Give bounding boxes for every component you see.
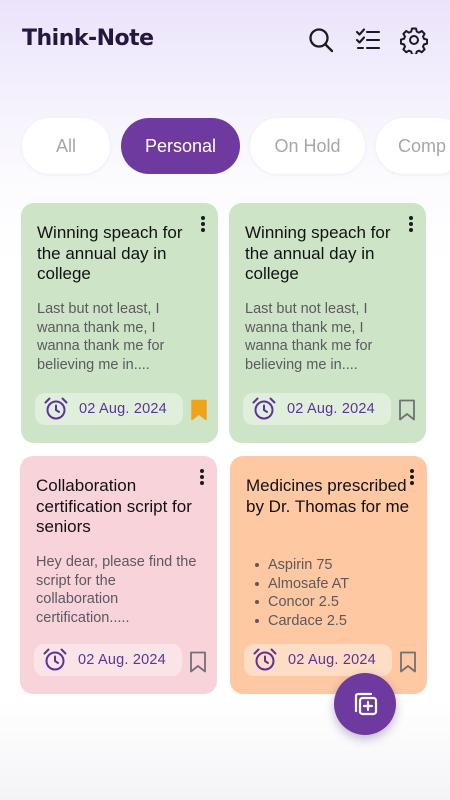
bookmark-outline-icon[interactable] xyxy=(398,399,416,421)
reminder-date-text: 02 Aug. 2024 xyxy=(288,652,376,668)
search-icon xyxy=(309,28,334,53)
note-card[interactable]: Collaboration certification script for s… xyxy=(20,456,217,694)
more-options-icon[interactable] xyxy=(198,214,208,234)
add-note-icon xyxy=(354,692,378,716)
note-title: Winning speach for the annual day in col… xyxy=(37,223,183,283)
note-title: Winning speach for the annual day in col… xyxy=(245,223,391,283)
filter-chip-personal[interactable]: Personal xyxy=(121,118,240,174)
note-title: Medicines prescribed by Dr. Thomas for m… xyxy=(246,476,410,516)
gear-icon xyxy=(400,27,428,54)
add-note-button[interactable] xyxy=(334,673,396,735)
alarm-clock-icon xyxy=(43,648,67,671)
reminder-date[interactable]: 02 Aug. 2024 xyxy=(243,393,391,425)
bookmark-outline-icon[interactable] xyxy=(399,651,417,673)
filter-chip-all[interactable]: All xyxy=(22,118,110,174)
note-title: Collaboration certification script for s… xyxy=(36,476,192,536)
reminder-date-text: 02 Aug. 2024 xyxy=(79,401,167,417)
filter-chips: All Personal On Hold Comp xyxy=(0,118,450,174)
app-header: Think-Note xyxy=(0,0,450,90)
filter-chip-on-hold[interactable]: On Hold xyxy=(250,118,365,174)
alarm-clock-icon xyxy=(44,397,68,420)
checklist-icon xyxy=(355,28,381,50)
note-card[interactable]: Medicines prescribed by Dr. Thomas for m… xyxy=(230,456,427,694)
reminder-date-text: 02 Aug. 2024 xyxy=(78,652,166,668)
note-preview: Last but not least, I wanna thank me, I … xyxy=(245,301,373,373)
note-card[interactable]: Winning speach for the annual day in col… xyxy=(21,203,218,443)
list-item: Cardace 2.5 xyxy=(246,612,411,631)
app-title: Think-Note xyxy=(22,26,154,51)
more-options-icon[interactable] xyxy=(407,467,417,487)
bookmark-icon[interactable] xyxy=(190,399,208,421)
note-preview: Hey dear, please find the script for the… xyxy=(36,554,197,626)
more-options-icon[interactable] xyxy=(197,467,207,487)
reminder-date[interactable]: 02 Aug. 2024 xyxy=(244,644,392,676)
note-preview: Last but not least, I wanna thank me, I … xyxy=(37,301,165,373)
bookmark-outline-icon[interactable] xyxy=(189,651,207,673)
more-options-icon[interactable] xyxy=(406,214,416,234)
checklist-button[interactable] xyxy=(353,25,383,55)
reminder-date[interactable]: 02 Aug. 2024 xyxy=(34,644,182,676)
settings-button[interactable] xyxy=(399,25,429,55)
list-item: Concor 2.5 xyxy=(246,593,411,612)
reminder-date-text: 02 Aug. 2024 xyxy=(287,401,375,417)
medicine-list: Aspirin 75 Almosafe AT Concor 2.5 Cardac… xyxy=(246,556,411,630)
reminder-date[interactable]: 02 Aug. 2024 xyxy=(35,393,183,425)
note-card[interactable]: Winning speach for the annual day in col… xyxy=(229,203,426,443)
search-button[interactable] xyxy=(306,25,336,55)
list-item: Aspirin 75 xyxy=(246,556,411,575)
alarm-clock-icon xyxy=(252,397,276,420)
alarm-clock-icon xyxy=(253,648,277,671)
filter-chip-completed[interactable]: Comp xyxy=(376,118,450,174)
list-item: Almosafe AT xyxy=(246,575,411,594)
